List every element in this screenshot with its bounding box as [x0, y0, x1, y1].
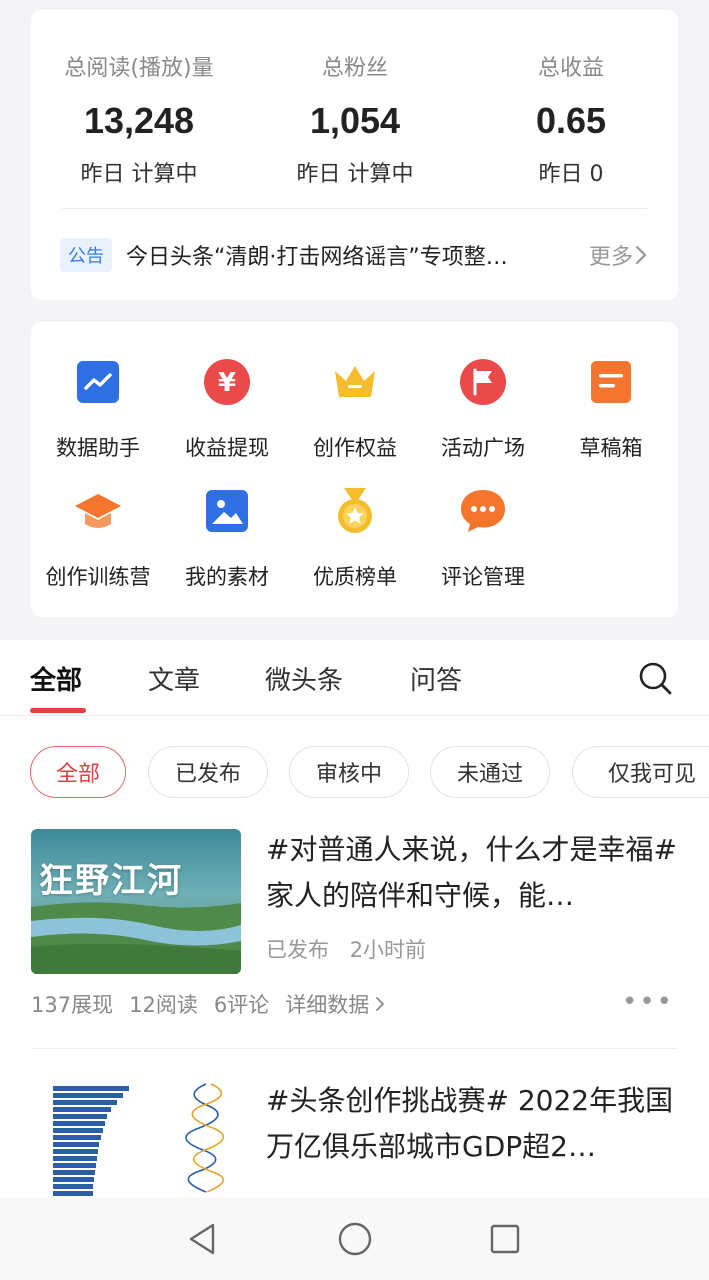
divider: [31, 1048, 678, 1049]
tool-data-assistant[interactable]: 数据助手: [33, 339, 163, 460]
chevron-right-icon: [376, 997, 385, 1011]
tools-card: 数据助手 ¥ 收益提现 创作权益 活动广场 草稿箱 创作训练营 我的素材 优质榜…: [31, 322, 678, 617]
flag-icon: [460, 359, 506, 405]
post-impressions: 137展现: [31, 993, 114, 1017]
filter-private[interactable]: 仅我可见: [572, 746, 709, 798]
more-options-icon[interactable]: •••: [622, 987, 674, 1017]
post-time: 2小时前: [349, 938, 427, 962]
tool-quality-ranking[interactable]: 优质榜单: [290, 468, 420, 589]
thumbnail-caption: 狂野江河: [39, 861, 183, 901]
post-title[interactable]: #头条创作挑战赛# 2022年我国万亿俱乐部城市GDP超2…: [266, 1078, 678, 1170]
graduation-cap-icon: [75, 494, 121, 528]
tool-label: 草稿箱: [579, 436, 643, 460]
tool-activity-square[interactable]: 活动广场: [418, 339, 548, 460]
comment-icon: [461, 490, 505, 532]
tool-training-camp[interactable]: 创作训练营: [33, 468, 163, 589]
tool-label: 活动广场: [441, 436, 525, 460]
stat-sub: 昨日 计算中: [296, 162, 414, 187]
tool-income-withdraw[interactable]: ¥ 收益提现: [162, 339, 292, 460]
filter-rejected[interactable]: 未通过: [430, 746, 550, 798]
post-status-line: 已发布 2小时前: [266, 934, 426, 964]
notice-more-label: 更多: [588, 245, 633, 270]
crown-icon: [335, 366, 375, 397]
tool-label: 创作权益: [313, 436, 397, 460]
tool-creator-rights[interactable]: 创作权益: [290, 339, 420, 460]
notice-bar[interactable]: 公告 今日头条“清朗·打击网络谣言”专项整… 更多: [60, 235, 649, 275]
filter-reviewing[interactable]: 审核中: [289, 746, 409, 798]
tab-qa[interactable]: 问答: [410, 660, 462, 697]
tab-micro-posts[interactable]: 微头条: [265, 660, 343, 697]
tool-label: 我的素材: [185, 565, 269, 589]
chart-icon: [77, 361, 119, 403]
post-item[interactable]: 狂野江河 #对普通人来说，什么才是幸福#家人的陪伴和守候，能… 已发布 2小时前…: [31, 829, 678, 1019]
post-thumbnail[interactable]: 狂野江河: [31, 829, 241, 974]
notice-text[interactable]: 今日头条“清朗·打击网络谣言”专项整…: [126, 239, 571, 271]
stat-sub: 昨日 计算中: [80, 162, 198, 187]
tool-label: 收益提现: [185, 436, 269, 460]
home-icon[interactable]: [337, 1221, 373, 1257]
recent-apps-icon[interactable]: [487, 1221, 523, 1257]
post-details-link[interactable]: 详细数据: [285, 989, 387, 1019]
tool-comment-management[interactable]: 评论管理: [418, 468, 548, 589]
svg-text:¥: ¥: [218, 368, 236, 398]
search-icon[interactable]: [637, 660, 673, 696]
stat-label: 总收益: [537, 56, 604, 81]
post-comments: 6评论: [213, 993, 270, 1017]
chevron-right-icon: [635, 245, 647, 265]
stat-value: 13,248: [83, 100, 195, 141]
post-status: 已发布: [266, 938, 329, 962]
tab-articles[interactable]: 文章: [148, 660, 200, 697]
post-details-label: 详细数据: [285, 993, 370, 1017]
post-reads: 12阅读: [129, 993, 198, 1017]
filter-published[interactable]: 已发布: [148, 746, 268, 798]
stat-sub: 昨日 0: [538, 162, 604, 187]
stats-card: 总阅读(播放)量 13,248 昨日 计算中 总粉丝 1,054 昨日 计算中 …: [31, 10, 678, 300]
tool-label: 创作训练营: [45, 565, 151, 589]
post-thumbnail[interactable]: [31, 1080, 241, 1200]
back-icon[interactable]: [185, 1221, 221, 1257]
medal-icon: [338, 488, 372, 533]
post-item[interactable]: #头条创作挑战赛# 2022年我国万亿俱乐部城市GDP超2…: [31, 1080, 678, 1200]
tool-label: 优质榜单: [313, 565, 397, 589]
post-metrics: 137展现 12阅读 6评论 详细数据: [31, 989, 387, 1019]
stat-value: 1,054: [309, 100, 401, 141]
tab-all[interactable]: 全部: [30, 660, 82, 697]
content-feed: 全部 文章 微头条 问答 全部 已发布 审核中 未通过 仅我可见 狂野江河 #对…: [0, 640, 709, 1200]
notice-more-link[interactable]: 更多: [589, 239, 649, 271]
tool-label: 数据助手: [56, 436, 140, 460]
active-tab-indicator: [30, 708, 86, 713]
gdp-chart-thumbnail: [31, 1080, 241, 1200]
tool-my-materials[interactable]: 我的素材: [162, 468, 292, 589]
post-title[interactable]: #对普通人来说，什么才是幸福#家人的陪伴和守候，能…: [266, 827, 678, 919]
notice-tag: 公告: [60, 238, 112, 272]
stat-label: 总阅读(播放)量: [64, 56, 214, 81]
image-icon: [206, 490, 248, 532]
tool-label: 评论管理: [441, 565, 525, 589]
tool-drafts[interactable]: 草稿箱: [546, 339, 676, 460]
system-nav-bar: [0, 1197, 709, 1280]
content-tabs: 全部 文章 微头条 问答: [0, 640, 709, 716]
draft-box-icon: [591, 361, 631, 403]
filter-all[interactable]: 全部: [30, 746, 126, 798]
yuan-coin-icon: ¥: [204, 359, 250, 405]
stat-value: 0.65: [535, 100, 607, 141]
divider: [62, 208, 647, 209]
stat-label: 总粉丝: [321, 56, 388, 81]
